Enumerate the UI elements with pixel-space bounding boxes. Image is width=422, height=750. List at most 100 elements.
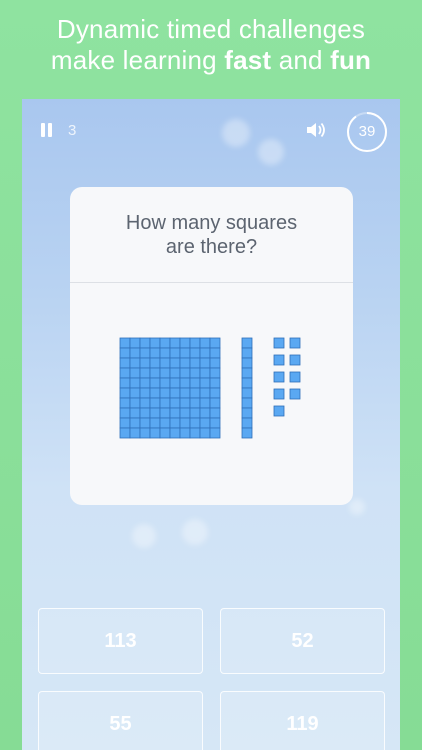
headline-line-1: Dynamic timed challenges — [56, 14, 366, 44]
hundred-block-unit — [139, 367, 151, 379]
hundred-block-unit — [199, 347, 211, 359]
hundred-block-unit — [179, 367, 191, 379]
hundred-block-unit — [119, 357, 131, 369]
hundred-block-unit — [159, 407, 171, 419]
hundred-block-unit — [179, 377, 191, 389]
answer-button[interactable]: 52 — [220, 608, 385, 674]
hundred-block-unit — [129, 407, 141, 419]
answer-button[interactable]: 55 — [38, 691, 203, 750]
hundred-block-unit — [139, 377, 151, 389]
ten-rod-unit — [241, 367, 253, 379]
hundred-block-unit — [119, 337, 131, 349]
one-cube — [273, 371, 285, 383]
hundred-block-unit — [129, 377, 141, 389]
hundred-block-unit — [129, 427, 141, 439]
hundred-block-unit — [129, 417, 141, 429]
hundred-block-unit — [189, 367, 201, 379]
bokeh-light — [132, 524, 156, 548]
hundred-block-unit — [139, 417, 151, 429]
score-counter: 3 — [68, 122, 77, 139]
hundred-block-unit — [119, 407, 131, 419]
hundred-block-unit — [139, 407, 151, 419]
hundred-block-unit — [119, 377, 131, 389]
hundred-block-unit — [139, 357, 151, 369]
hundred-block-unit — [169, 337, 181, 349]
hundred-block-unit — [159, 377, 171, 389]
hundred-block-unit — [179, 417, 191, 429]
hundred-block-unit — [199, 337, 211, 349]
hundred-block-unit — [149, 407, 161, 419]
hundred-block-unit — [209, 377, 221, 389]
hundred-block-unit — [129, 397, 141, 409]
ten-rod-unit — [241, 337, 253, 349]
hundred-block-unit — [199, 397, 211, 409]
hundred-block-unit — [199, 407, 211, 419]
hundred-block-unit — [179, 427, 191, 439]
hundred-block-unit — [119, 397, 131, 409]
hundred-block-unit — [189, 377, 201, 389]
ten-rod-unit — [241, 377, 253, 389]
hundred-block-unit — [189, 407, 201, 419]
hundred-block-unit — [149, 427, 161, 439]
one-cube — [289, 388, 301, 400]
ten-rod-unit — [241, 427, 253, 439]
headline-fast: fast — [224, 45, 272, 75]
question-card: How many squares are there? — [70, 187, 353, 505]
hundred-block-unit — [199, 387, 211, 399]
game-screen: 3 39 How many squares are there? 113 52 … — [22, 99, 400, 750]
hundred-block-unit — [139, 397, 151, 409]
hundred-block-unit — [209, 417, 221, 429]
hundred-block-unit — [149, 417, 161, 429]
hundred-block-unit — [159, 417, 171, 429]
hundred-block-unit — [119, 387, 131, 399]
hundred-block-unit — [159, 337, 171, 349]
pause-icon[interactable] — [40, 123, 54, 137]
hundred-block-unit — [199, 427, 211, 439]
headline-and: and — [271, 45, 331, 75]
ten-rod-unit — [241, 347, 253, 359]
hundred-block-unit — [129, 337, 141, 349]
hundred-block-unit — [119, 347, 131, 359]
hundred-block-unit — [209, 407, 221, 419]
hundred-block-unit — [199, 377, 211, 389]
one-cube — [289, 354, 301, 366]
hundred-block-unit — [169, 377, 181, 389]
hundred-block-unit — [189, 337, 201, 349]
hundred-block-unit — [139, 337, 151, 349]
answer-button[interactable]: 113 — [38, 608, 203, 674]
hundred-block-unit — [169, 347, 181, 359]
one-cube — [273, 354, 285, 366]
headline-prefix: make learning — [50, 45, 225, 75]
speaker-icon[interactable] — [306, 121, 328, 139]
hundred-block-unit — [179, 337, 191, 349]
hundred-block-unit — [169, 357, 181, 369]
hundred-block-unit — [149, 377, 161, 389]
hundred-block-unit — [129, 347, 141, 359]
one-cube — [273, 388, 285, 400]
hundred-block-unit — [209, 397, 221, 409]
hundred-block-unit — [179, 387, 191, 399]
hundred-block-unit — [129, 367, 141, 379]
hundred-block-unit — [159, 367, 171, 379]
hundred-block-unit — [159, 357, 171, 369]
hundred-block-unit — [149, 357, 161, 369]
hundred-block-unit — [189, 397, 201, 409]
hundred-block-unit — [209, 427, 221, 439]
hundred-block-unit — [189, 347, 201, 359]
hundred-block-unit — [189, 387, 201, 399]
promo-headline: Dynamic timed challenges make learning f… — [0, 14, 422, 76]
hundred-block-unit — [159, 397, 171, 409]
hundred-block-unit — [209, 367, 221, 379]
one-cube — [289, 371, 301, 383]
hundred-block-unit — [139, 387, 151, 399]
bokeh-light — [182, 519, 208, 545]
hundred-block-unit — [159, 387, 171, 399]
answer-button[interactable]: 119 — [220, 691, 385, 750]
hundred-block-unit — [139, 347, 151, 359]
hundred-block-unit — [209, 337, 221, 349]
ten-rod-unit — [241, 407, 253, 419]
hundred-block-unit — [169, 427, 181, 439]
one-cube — [289, 337, 301, 349]
headline-fun: fun — [330, 45, 372, 75]
ten-rod-unit — [241, 357, 253, 369]
